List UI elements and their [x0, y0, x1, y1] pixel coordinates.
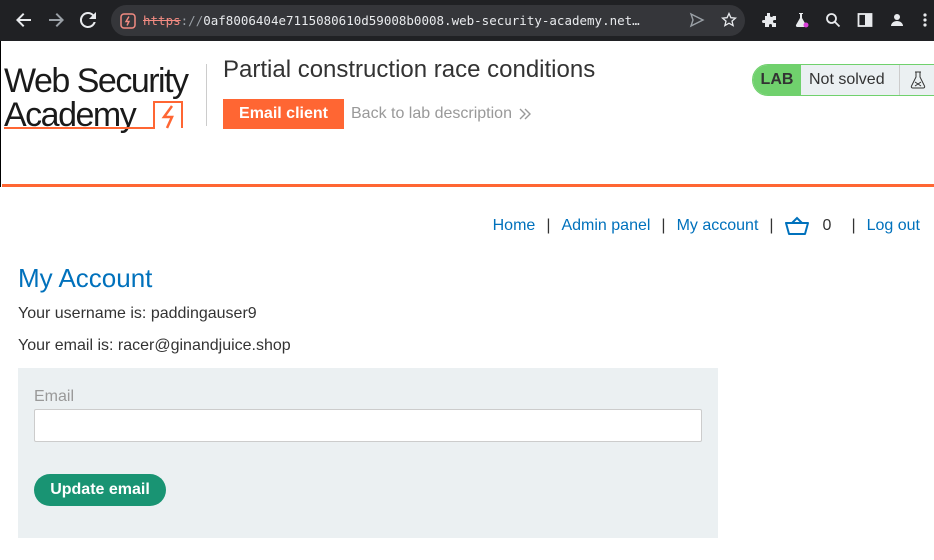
- top-navigation: Home | Admin panel | My account | 0 | Lo…: [493, 216, 920, 236]
- lab-extension-icon[interactable]: [790, 9, 812, 31]
- site-info-icon[interactable]: [120, 13, 136, 34]
- email-field[interactable]: [34, 409, 702, 442]
- cart-count: 0: [822, 217, 832, 234]
- send-icon[interactable]: [689, 12, 705, 33]
- username-info: Your username is: paddingauser9: [18, 305, 257, 322]
- header-divider-line: [2, 184, 934, 187]
- nav-separator: |: [851, 217, 856, 234]
- double-chevron-right-icon: [519, 108, 531, 120]
- lab-status-text: Not solved: [809, 71, 885, 88]
- profile-icon[interactable]: [886, 9, 908, 31]
- lab-title: Partial construction race conditions: [223, 56, 596, 83]
- web-security-academy-logo[interactable]: Web Security Academy: [4, 62, 204, 136]
- nav-admin-panel-link[interactable]: Admin panel: [561, 217, 650, 235]
- change-email-form: Email Update email: [18, 368, 718, 538]
- menu-icon[interactable]: [914, 9, 934, 31]
- flask-icon: [899, 65, 934, 95]
- url-separator: ://: [180, 13, 204, 28]
- page-title: My Account: [18, 263, 153, 293]
- back-to-lab-description-link[interactable]: Back to lab description: [351, 105, 532, 123]
- basket-icon: [784, 216, 809, 235]
- extensions-icon[interactable]: [758, 9, 780, 31]
- nav-separator: |: [769, 217, 774, 234]
- bookmark-star-icon[interactable]: [720, 11, 738, 33]
- url-host: 0af8006404e7115080610d59008b0008.web-sec…: [203, 13, 640, 28]
- nav-home-link[interactable]: Home: [493, 217, 536, 235]
- lab-badge: LAB: [753, 65, 801, 95]
- url-scheme: https: [143, 13, 181, 28]
- update-email-button[interactable]: Update email: [34, 474, 166, 506]
- cart-link[interactable]: 0: [784, 216, 832, 236]
- address-bar[interactable]: https://0af8006404e7115080610d59008b0008…: [111, 5, 745, 36]
- nav-log-out-link[interactable]: Log out: [867, 217, 920, 235]
- forward-icon[interactable]: [44, 8, 68, 32]
- nav-separator: |: [546, 217, 551, 234]
- lab-status-widget: LAB Not solved: [752, 64, 934, 96]
- back-link-label: Back to lab description: [351, 105, 512, 122]
- browser-toolbar: https://0af8006404e7115080610d59008b0008…: [0, 0, 934, 41]
- logo-divider: [206, 64, 207, 126]
- email-info: Your email is: racer@ginandjuice.shop: [18, 337, 291, 354]
- nav-my-account-link[interactable]: My account: [677, 217, 759, 235]
- zoom-search-icon[interactable]: [822, 9, 844, 31]
- side-panel-icon[interactable]: [854, 9, 876, 31]
- reload-icon[interactable]: [76, 8, 100, 32]
- email-field-label: Email: [34, 388, 75, 405]
- logo-text-web-security: Web Security: [4, 62, 189, 100]
- url-text[interactable]: https://0af8006404e7115080610d59008b0008…: [143, 13, 683, 28]
- nav-separator: |: [661, 217, 666, 234]
- email-client-button[interactable]: Email client: [223, 99, 344, 129]
- back-icon[interactable]: [12, 8, 36, 32]
